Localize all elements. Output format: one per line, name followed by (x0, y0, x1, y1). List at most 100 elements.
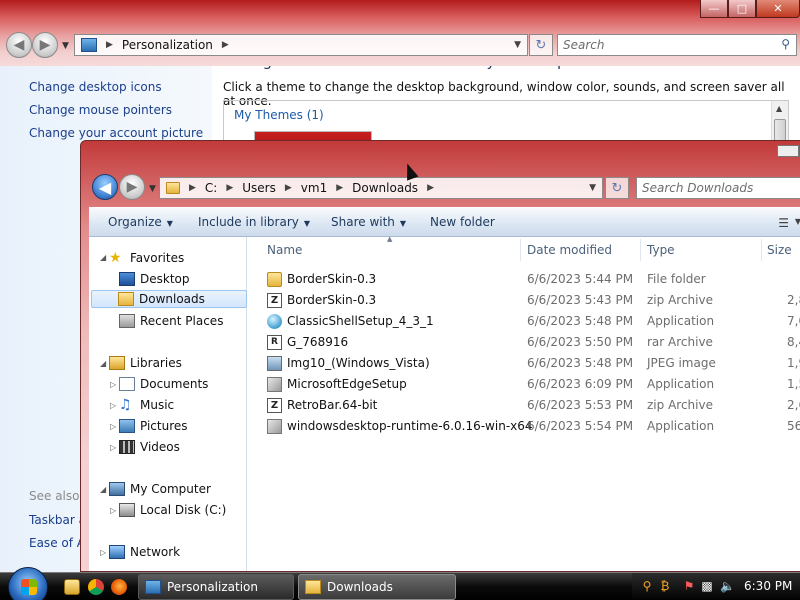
column-type[interactable]: Type (647, 243, 675, 257)
nav-music[interactable]: ♫ Music (119, 396, 174, 414)
scroll-up-icon[interactable]: ▲ (776, 104, 782, 113)
breadcrumb-c-drive[interactable]: C: (205, 181, 217, 195)
link-change-account-picture[interactable]: Change your account picture (29, 126, 203, 140)
column-divider[interactable] (520, 239, 521, 261)
expand-music-icon[interactable]: ▷ (110, 401, 116, 410)
network-tray-icon[interactable]: ▩ (700, 579, 714, 593)
expand-favorites-icon[interactable]: ◢ (100, 253, 106, 262)
nav-local-disk[interactable]: Local Disk (C:) (119, 501, 226, 519)
breadcrumb-downloads[interactable]: Downloads (352, 181, 418, 195)
search-icon[interactable]: ⚲ (781, 37, 790, 51)
link-change-mouse-pointers[interactable]: Change mouse pointers (29, 103, 172, 117)
search-downloads-input[interactable]: Search Downloads (636, 177, 800, 199)
file-list: ▲ Name Date modified Type Size BorderSki… (247, 235, 800, 571)
chrome-icon[interactable] (88, 579, 104, 595)
nav-network[interactable]: Network (109, 543, 180, 561)
link-change-desktop-icons[interactable]: Change desktop icons (29, 80, 162, 94)
address-dropdown-icon[interactable]: ▼ (514, 40, 521, 50)
include-in-library-button[interactable]: Include in library ▼ (198, 215, 310, 229)
breadcrumb-vm1[interactable]: vm1 (301, 181, 327, 195)
breadcrumb-arrow-icon[interactable]: ▶ (222, 40, 229, 50)
expand-pictures-icon[interactable]: ▷ (110, 422, 116, 431)
column-divider[interactable] (640, 239, 641, 261)
back-button[interactable]: ◀ (6, 32, 32, 58)
column-size[interactable]: Size (767, 243, 792, 257)
file-name: ClassicShellSetup_4_3_1 (287, 314, 434, 328)
address-bar[interactable]: ▶ C: ▶ Users ▶ vm1 ▶ Downloads ▶ ▼ (159, 177, 603, 199)
firefox-icon[interactable] (111, 579, 127, 595)
nav-documents[interactable]: Documents (119, 375, 208, 393)
taskbar-downloads[interactable]: Downloads (298, 574, 456, 600)
nav-recent-places[interactable]: Recent Places (119, 312, 223, 330)
nav-desktop[interactable]: Desktop (119, 270, 190, 288)
file-date: 6/6/2023 5:44 PM (527, 272, 634, 286)
start-button[interactable] (8, 567, 48, 600)
column-date-modified[interactable]: Date modified (527, 243, 612, 257)
column-name[interactable]: Name (267, 243, 302, 257)
recent-pages-dropdown-icon[interactable]: ▼ (149, 184, 156, 194)
scroll-thumb[interactable] (774, 119, 786, 141)
explorer-icon[interactable] (64, 579, 80, 595)
recent-pages-dropdown-icon[interactable]: ▼ (62, 41, 69, 51)
forward-button[interactable]: ▶ (119, 174, 145, 200)
nav-my-computer[interactable]: My Computer (109, 480, 211, 498)
expand-videos-icon[interactable]: ▷ (110, 443, 116, 452)
new-folder-button[interactable]: New folder (430, 215, 495, 229)
breadcrumb-arrow-icon[interactable]: ▶ (226, 183, 233, 193)
computer-icon (109, 482, 125, 496)
nav-libraries[interactable]: Libraries (109, 354, 182, 372)
breadcrumb-arrow-icon[interactable]: ▶ (106, 40, 113, 50)
file-row[interactable]: windowsdesktop-runtime-6.0.16-win-x64 6/… (247, 416, 800, 437)
action-center-flag-icon[interactable]: ⚑ (682, 579, 696, 593)
file-type: JPEG image (647, 356, 716, 370)
search-input[interactable]: Search ⚲ (557, 34, 797, 56)
back-button[interactable]: ◀ (92, 174, 118, 200)
minimize-button[interactable] (777, 145, 799, 157)
view-options-icon[interactable]: ☰ (778, 216, 789, 230)
nav-music-label: Music (140, 398, 175, 412)
share-with-button[interactable]: Share with ▼ (331, 215, 406, 229)
taskbar-personalization[interactable]: Personalization (138, 574, 294, 600)
refresh-button[interactable]: ↻ (529, 34, 553, 56)
zip-icon: Z (267, 293, 282, 308)
view-dropdown-icon[interactable]: ▼ (795, 217, 800, 226)
nav-favorites[interactable]: ★ Favorites (109, 249, 184, 267)
breadcrumb-users[interactable]: Users (242, 181, 276, 195)
file-row[interactable]: ClassicShellSetup_4_3_1 6/6/2023 5:48 PM… (247, 311, 800, 332)
file-row[interactable]: Img10_(Windows_Vista) 6/6/2023 5:48 PM J… (247, 353, 800, 374)
bitcoin-icon[interactable]: ₿ (658, 579, 672, 593)
expand-libraries-icon[interactable]: ◢ (100, 359, 106, 368)
file-row[interactable]: R G_768916 6/6/2023 5:50 PM rar Archive … (247, 332, 800, 353)
file-row[interactable]: Z BorderSkin-0.3 6/6/2023 5:43 PM zip Ar… (247, 290, 800, 311)
column-divider[interactable] (761, 239, 762, 261)
breadcrumb-arrow-icon[interactable]: ▶ (427, 183, 434, 193)
expand-local-disk-icon[interactable]: ▷ (110, 506, 116, 515)
expand-documents-icon[interactable]: ▷ (110, 380, 116, 389)
file-row[interactable]: MicrosoftEdgeSetup 6/6/2023 6:09 PM Appl… (247, 374, 800, 395)
organize-button[interactable]: Organize ▼ (108, 215, 173, 229)
close-button[interactable]: ✕ (756, 0, 800, 18)
maximize-button[interactable]: □ (728, 0, 756, 18)
nav-videos[interactable]: Videos (119, 438, 180, 456)
minimize-button[interactable]: — (700, 0, 728, 18)
breadcrumb-personalization[interactable]: Personalization (122, 38, 213, 52)
search-tray-icon[interactable]: ⚲ (640, 579, 654, 593)
file-date: 6/6/2023 5:48 PM (527, 314, 634, 328)
address-dropdown-icon[interactable]: ▼ (589, 183, 596, 193)
volume-muted-icon[interactable]: 🔈 (720, 579, 735, 593)
nav-network-label: Network (130, 545, 181, 559)
breadcrumb-arrow-icon[interactable]: ▶ (285, 183, 292, 193)
address-bar[interactable]: ▶ Personalization ▶ ▼ (74, 34, 528, 56)
refresh-button[interactable]: ↻ (605, 177, 629, 199)
expand-network-icon[interactable]: ▷ (100, 548, 106, 557)
forward-button[interactable]: ▶ (32, 32, 58, 58)
file-row[interactable]: Z RetroBar.64-bit 6/6/2023 5:53 PM zip A… (247, 395, 800, 416)
file-row[interactable]: BorderSkin-0.3 6/6/2023 5:44 PM File fol… (247, 269, 800, 290)
downloads-folder-icon (118, 292, 134, 306)
nav-pictures[interactable]: Pictures (119, 417, 188, 435)
clock[interactable]: 6:30 PM (744, 579, 792, 593)
expand-computer-icon[interactable]: ◢ (100, 485, 106, 494)
breadcrumb-arrow-icon[interactable]: ▶ (189, 183, 196, 193)
nav-downloads[interactable]: Downloads (91, 290, 247, 308)
breadcrumb-arrow-icon[interactable]: ▶ (336, 183, 343, 193)
